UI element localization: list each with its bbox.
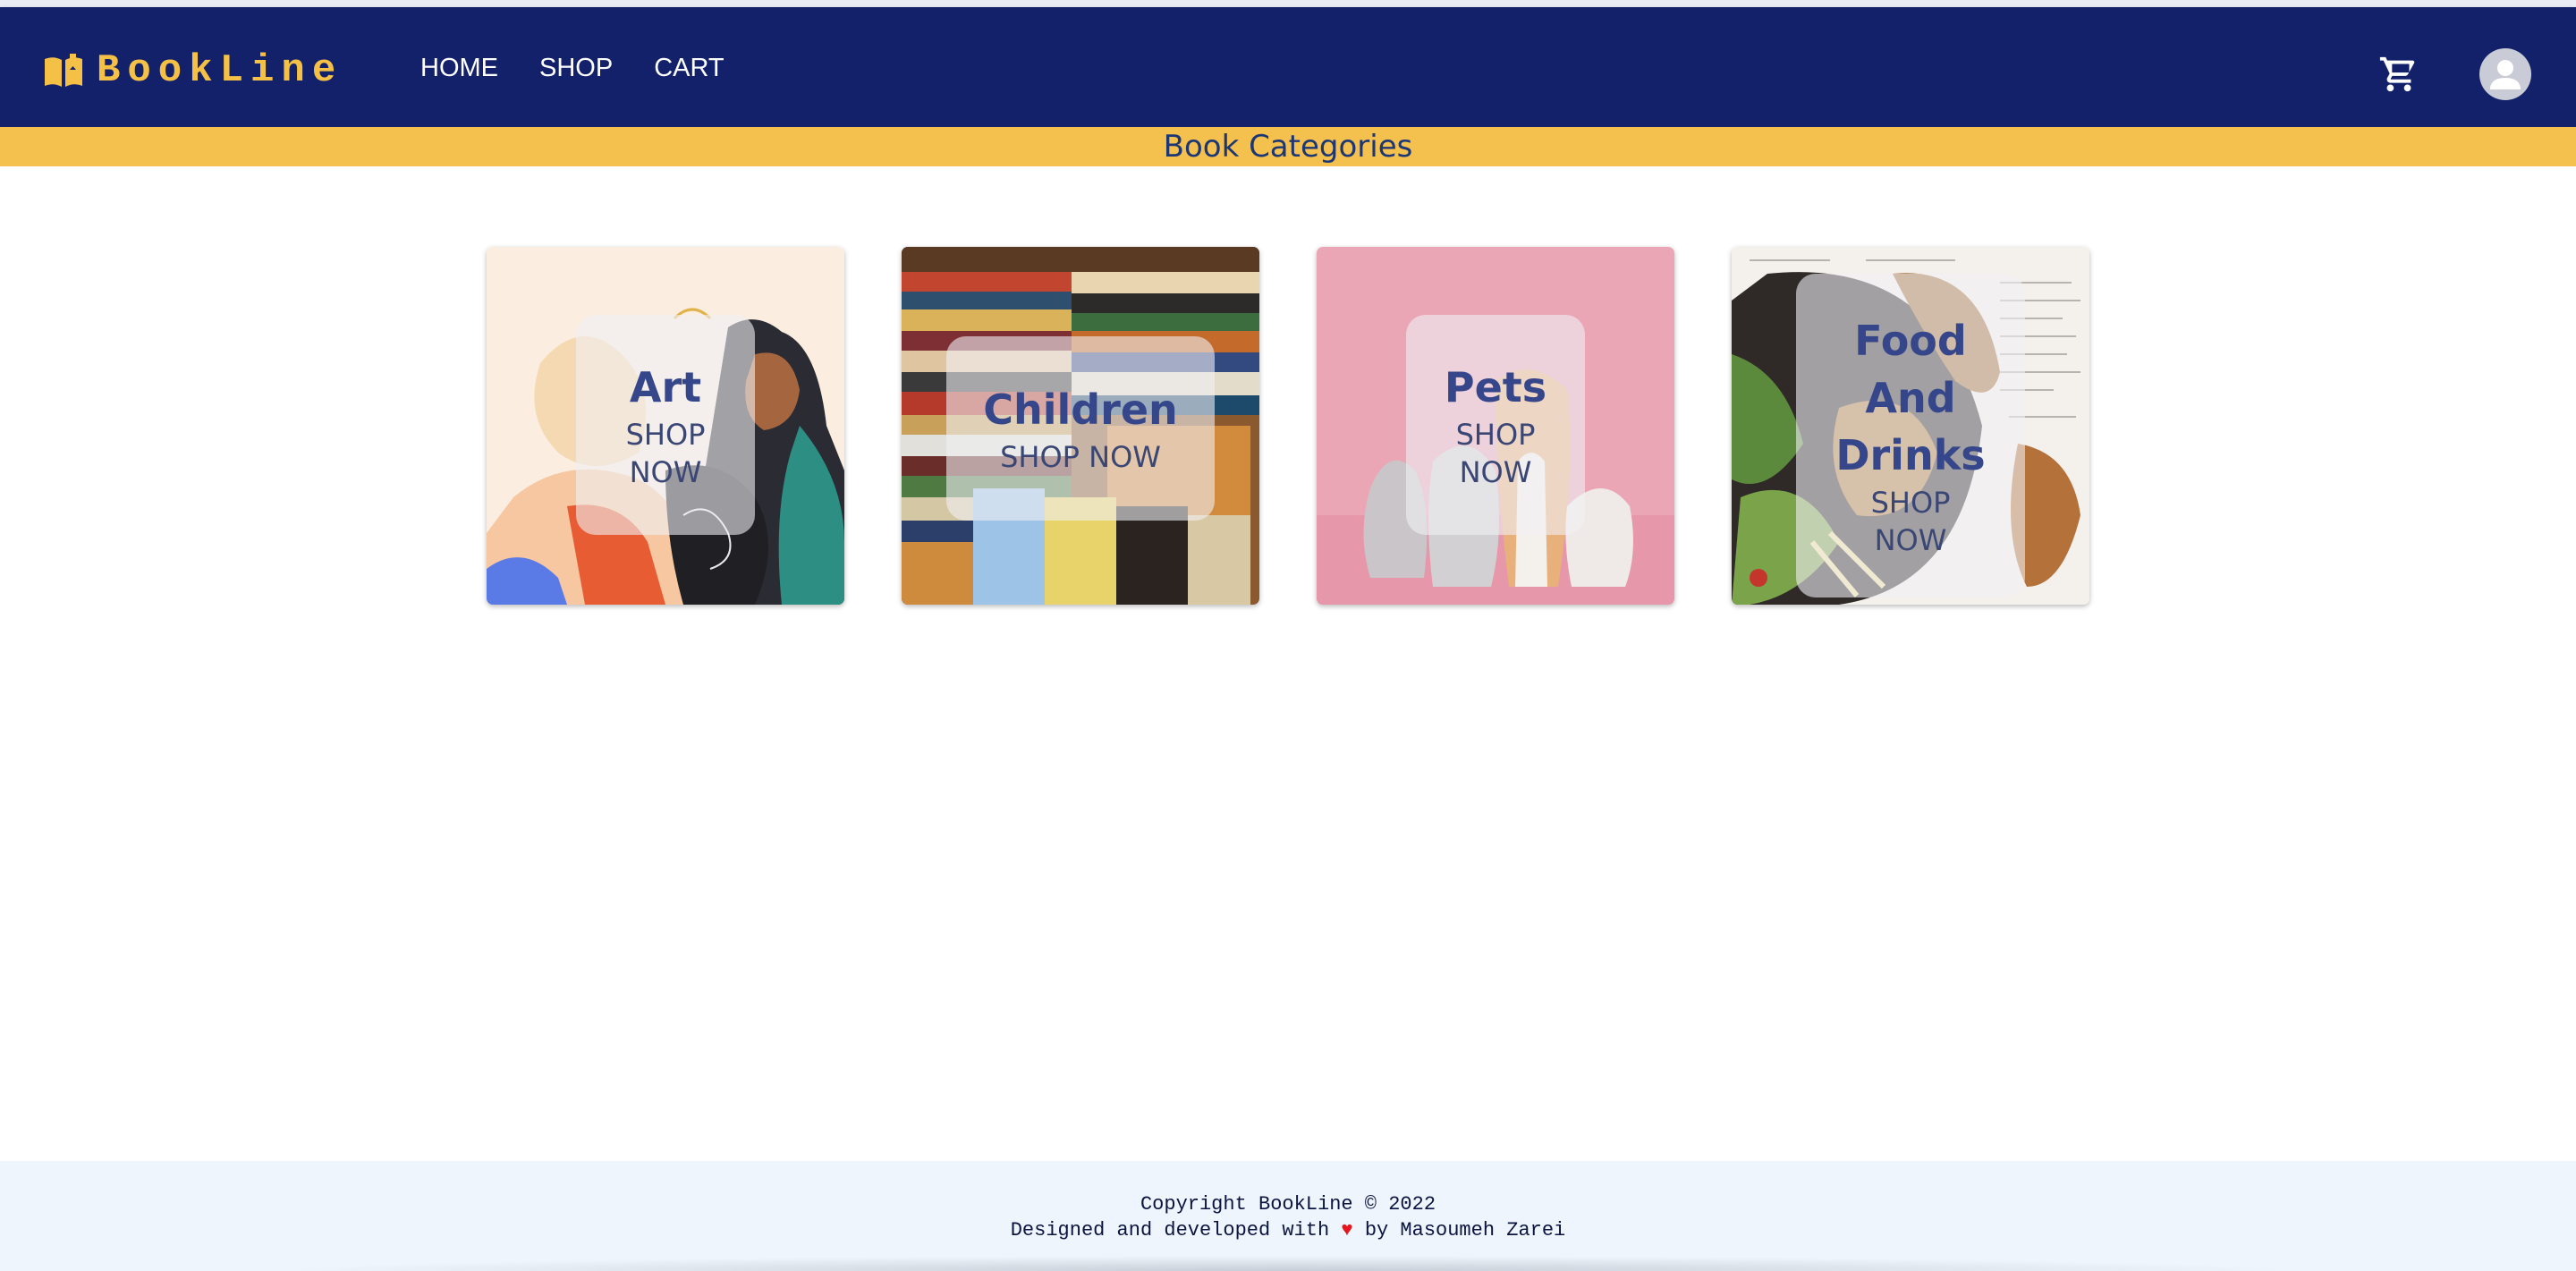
category-title: Children — [983, 386, 1178, 434]
window-top-strip — [0, 0, 2576, 7]
category-overlay: Art SHOP NOW — [576, 315, 755, 535]
navbar: BookLine HOME SHOP CART — [0, 7, 2576, 127]
shopping-cart-icon[interactable] — [2378, 54, 2419, 95]
copyright-text: Copyright BookLine © 2022 — [1140, 1193, 1436, 1216]
category-title: Art — [629, 363, 702, 411]
nav-home[interactable]: HOME — [420, 54, 498, 83]
shop-now-link[interactable]: SHOP NOW — [1000, 438, 1161, 476]
footer-shadow — [268, 1256, 2308, 1271]
book-categories-banner: Book Categories — [0, 127, 2576, 166]
brand-logo[interactable]: BookLine — [43, 47, 343, 95]
user-avatar-icon[interactable] — [2479, 48, 2531, 100]
shop-now-link[interactable]: SHOP NOW — [612, 416, 719, 491]
category-card-art[interactable]: Art SHOP NOW — [487, 247, 844, 605]
open-book-icon — [45, 54, 82, 87]
shop-now-link[interactable]: SHOP NOW — [1857, 484, 1964, 559]
shop-now-link[interactable]: SHOP NOW — [1442, 416, 1549, 491]
heart-icon: ♥ — [1341, 1219, 1353, 1241]
credit-line: Designed and developed with ♥ by Masoume… — [0, 1219, 2576, 1241]
category-overlay: Children SHOP NOW — [946, 336, 1215, 521]
category-title: Food And Drinks — [1835, 317, 1986, 479]
nav-cart[interactable]: CART — [654, 54, 724, 83]
category-card-pets[interactable]: Pets SHOP NOW — [1317, 247, 1674, 605]
brand-name: BookLine — [97, 48, 343, 93]
footer: Copyright BookLine © 2022 Designed and d… — [0, 1161, 2576, 1271]
main-nav: HOME SHOP CART — [420, 54, 766, 83]
category-overlay: Pets SHOP NOW — [1406, 315, 1585, 535]
credit-text: Designed and developed with — [1010, 1219, 1330, 1241]
author-text: by Masoumeh Zarei — [1364, 1219, 1566, 1241]
category-card-children[interactable]: Children SHOP NOW — [902, 247, 1259, 605]
category-card-food-and-drinks[interactable]: Food And Drinks SHOP NOW — [1732, 247, 2089, 605]
category-overlay: Food And Drinks SHOP NOW — [1796, 274, 2025, 597]
category-title: Pets — [1444, 363, 1547, 411]
nav-shop[interactable]: SHOP — [539, 54, 613, 83]
